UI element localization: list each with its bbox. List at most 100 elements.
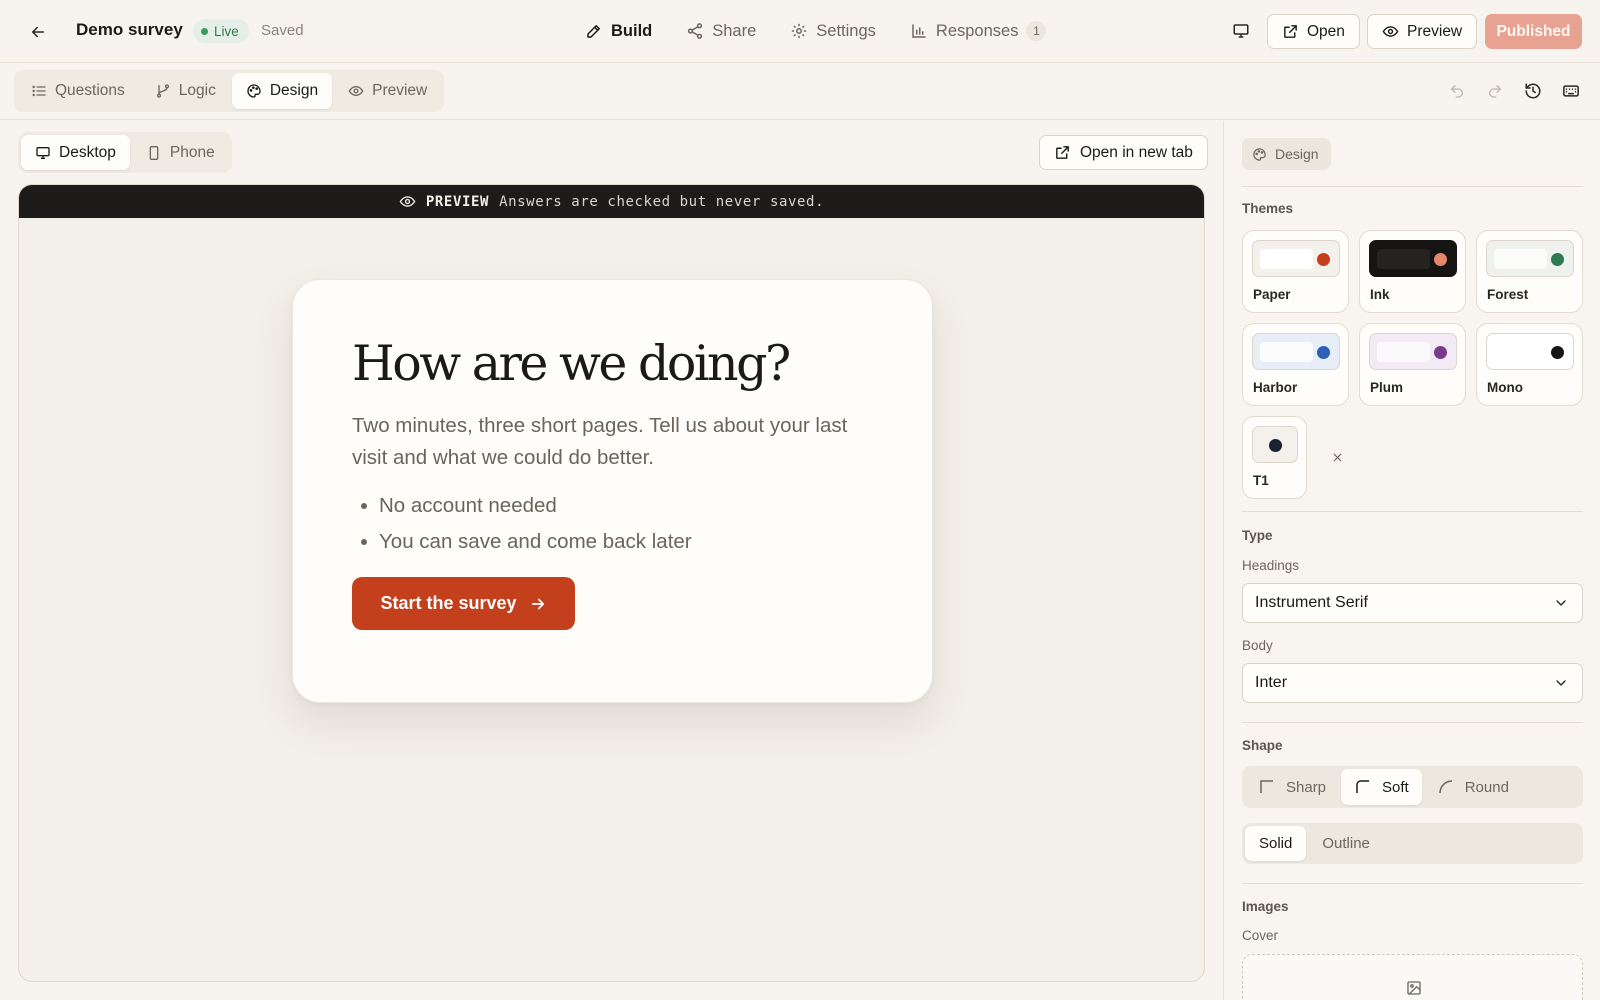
fill-outline[interactable]: Outline [1308, 826, 1384, 861]
bullet-icon [361, 539, 367, 546]
preview-button[interactable]: Preview [1367, 14, 1478, 49]
survey-title[interactable]: Demo survey [76, 20, 183, 40]
survey-heading: How are we doing? [352, 335, 791, 392]
palette-icon [246, 83, 262, 99]
bullet-icon [361, 503, 367, 510]
eye-icon [348, 83, 364, 99]
body-font-select[interactable]: Inter [1242, 663, 1583, 703]
divider [1242, 722, 1583, 723]
themes-section-label: Themes [1242, 201, 1294, 216]
tab-questions[interactable]: Questions [17, 73, 139, 109]
swatch-bar [1494, 342, 1547, 362]
image-icon [1406, 980, 1422, 996]
shape-soft-label: Soft [1382, 778, 1409, 796]
published-button[interactable]: Published [1485, 14, 1582, 49]
sharp-corner-icon [1258, 778, 1276, 796]
device-phone[interactable]: Phone [132, 135, 229, 170]
palette-icon [1252, 147, 1267, 162]
main-nav: Build Share Settings Responses 1 [585, 17, 1080, 45]
swatch-dot [1551, 346, 1564, 359]
redo-icon[interactable] [1484, 80, 1506, 102]
open-in-new-tab-label: Open in new tab [1080, 143, 1193, 161]
tab-preview-label: Preview [372, 82, 428, 99]
undo-icon[interactable] [1446, 80, 1468, 102]
external-link-icon [1282, 23, 1299, 40]
swatch-dot [1317, 346, 1330, 359]
tab-logic-label: Logic [178, 82, 216, 99]
tab-preview[interactable]: Preview [334, 73, 441, 109]
phone-icon [146, 145, 162, 161]
shape-round[interactable]: Round [1424, 769, 1522, 805]
swatch-bar [1377, 249, 1430, 269]
pencil-icon [585, 22, 603, 40]
live-status-text: Live [214, 23, 239, 39]
close-icon[interactable] [1329, 449, 1345, 465]
arrow-right-icon [529, 595, 547, 613]
nav-settings-label: Settings [816, 21, 876, 40]
theme-name: Plum [1370, 380, 1404, 395]
nav-responses[interactable]: Responses 1 [910, 17, 1065, 45]
theme-name: Harbor [1253, 380, 1298, 395]
list-icon [31, 83, 47, 99]
headings-font-select[interactable]: Instrument Serif [1242, 583, 1583, 623]
nav-share[interactable]: Share [686, 17, 774, 45]
theme-swatch [1252, 333, 1340, 370]
shape-soft[interactable]: Soft [1341, 769, 1422, 805]
nav-settings[interactable]: Settings [790, 17, 894, 45]
gear-icon [790, 22, 808, 40]
theme-name: T1 [1253, 473, 1269, 488]
shape-sharp[interactable]: Sharp [1245, 769, 1339, 805]
tab-design-label: Design [269, 82, 319, 99]
tab-design[interactable]: Design [231, 73, 333, 109]
save-state-text: Saved [261, 22, 304, 39]
theme-swatch [1252, 426, 1298, 463]
device-desktop-label: Desktop [59, 143, 116, 161]
theme-card-forest[interactable]: Forest [1476, 230, 1583, 313]
images-section-label: Images [1242, 899, 1289, 914]
nav-build-label: Build [611, 21, 653, 40]
start-survey-label: Start the survey [380, 593, 517, 614]
design-panel: Design Themes Paper Ink Forest Harbor Pl… [1223, 121, 1600, 1000]
nav-share-label: Share [712, 21, 757, 40]
preview-banner: PREVIEW Answers are checked but never sa… [19, 185, 1204, 218]
theme-card-paper[interactable]: Paper [1242, 230, 1349, 313]
headings-font-value: Instrument Serif [1255, 594, 1368, 611]
theme-card-harbor[interactable]: Harbor [1242, 323, 1349, 406]
tab-questions-label: Questions [55, 82, 125, 99]
editor-toolbar: Questions Logic Design Preview [0, 63, 1600, 120]
fill-solid[interactable]: Solid [1245, 826, 1307, 861]
theme-swatch [1486, 240, 1574, 277]
eye-icon [1382, 23, 1399, 40]
chevron-down-icon [1553, 595, 1569, 611]
top-bar: Demo survey Live Saved Build Share Setti… [0, 0, 1600, 63]
type-section-label: Type [1242, 528, 1273, 543]
round-corner-icon [1437, 778, 1455, 796]
theme-card-mono[interactable]: Mono [1476, 323, 1583, 406]
shape-selector: Sharp Soft Round [1242, 766, 1583, 808]
list-item: No account needed [352, 488, 874, 524]
keyboard-icon[interactable] [1560, 80, 1582, 102]
design-chip-label: Design [1275, 146, 1319, 162]
nav-build[interactable]: Build [585, 17, 670, 45]
branch-icon [155, 83, 171, 99]
theme-card-plum[interactable]: Plum [1359, 323, 1466, 406]
device-desktop[interactable]: Desktop [21, 135, 130, 170]
start-survey-button[interactable]: Start the survey [352, 577, 575, 631]
cover-image-dropzone[interactable] [1242, 954, 1583, 1000]
theme-swatch [1369, 333, 1457, 370]
swatch-dot [1434, 346, 1447, 359]
tab-logic[interactable]: Logic [141, 73, 230, 109]
open-in-new-tab-button[interactable]: Open in new tab [1039, 135, 1208, 170]
theme-card-ink[interactable]: Ink [1359, 230, 1466, 313]
open-button[interactable]: Open [1267, 14, 1360, 49]
monitor-icon[interactable] [1230, 20, 1252, 42]
history-icon[interactable] [1522, 80, 1544, 102]
preview-banner-text: Answers are checked but never saved. [499, 193, 825, 210]
shape-round-label: Round [1464, 778, 1509, 796]
back-arrow-icon[interactable] [26, 20, 50, 44]
design-panel-chip: Design [1242, 138, 1331, 170]
theme-card-t1[interactable]: T1 [1242, 416, 1307, 499]
bullet-text: You can save and come back later [379, 530, 692, 554]
survey-description: Two minutes, three short pages. Tell us … [352, 414, 848, 470]
shape-section-label: Shape [1242, 738, 1283, 753]
